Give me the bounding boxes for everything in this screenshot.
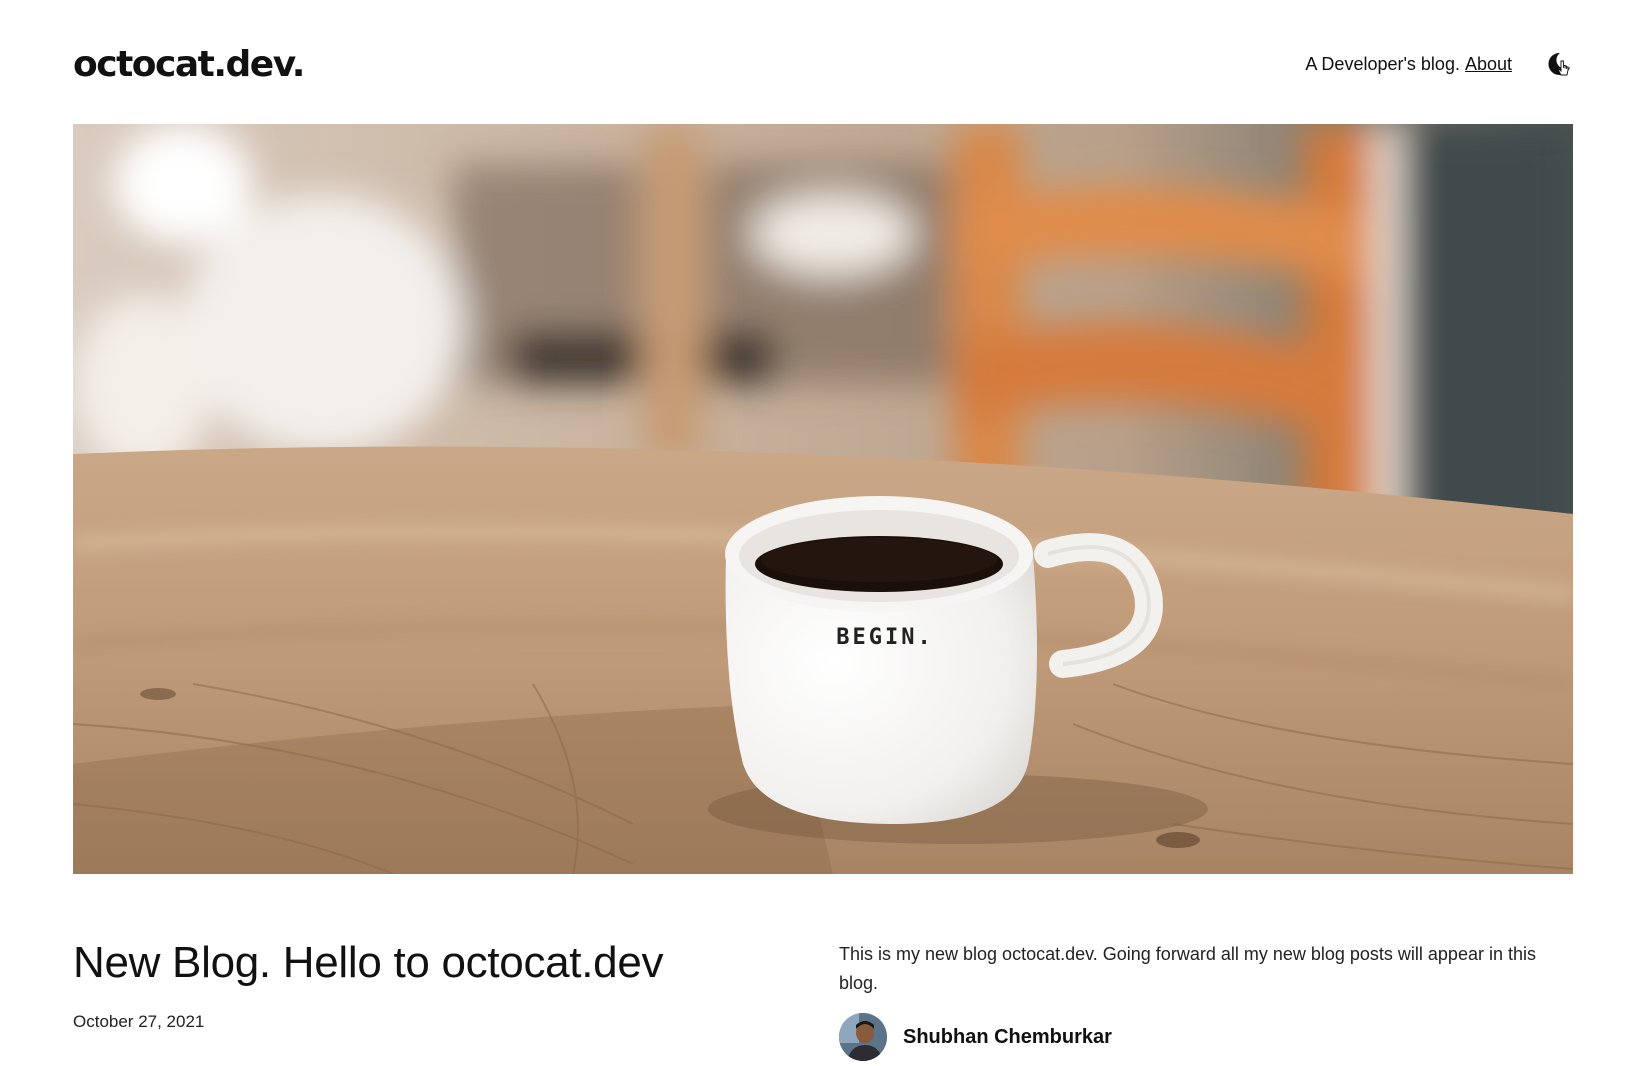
about-link[interactable]: About (1465, 54, 1512, 75)
moon-icon (1548, 52, 1570, 76)
post-title[interactable]: New Blog. Hello to octocat.dev (73, 938, 664, 988)
site-nav: A Developer's blog. About (1305, 51, 1572, 77)
theme-toggle-button[interactable] (1546, 51, 1572, 77)
site-tagline: A Developer's blog. (1305, 53, 1460, 74)
author-name[interactable]: Shubhan Chemburkar (903, 1026, 1112, 1049)
site-logo[interactable]: octocat.dev. (73, 44, 305, 85)
page: octocat.dev. A Developer's blog. About B… (0, 0, 1642, 1066)
site-header: octocat.dev. A Developer's blog. About (73, 36, 1572, 92)
author-avatar (839, 1013, 887, 1061)
post-date: October 27, 2021 (73, 1012, 205, 1031)
mug-text: BEGIN. (836, 625, 933, 650)
post-excerpt: This is my new blog octocat.dev. Going f… (839, 944, 1536, 993)
hero-image: BEGIN. (73, 124, 1573, 874)
author-byline: Shubhan Chemburkar (839, 1013, 1112, 1061)
